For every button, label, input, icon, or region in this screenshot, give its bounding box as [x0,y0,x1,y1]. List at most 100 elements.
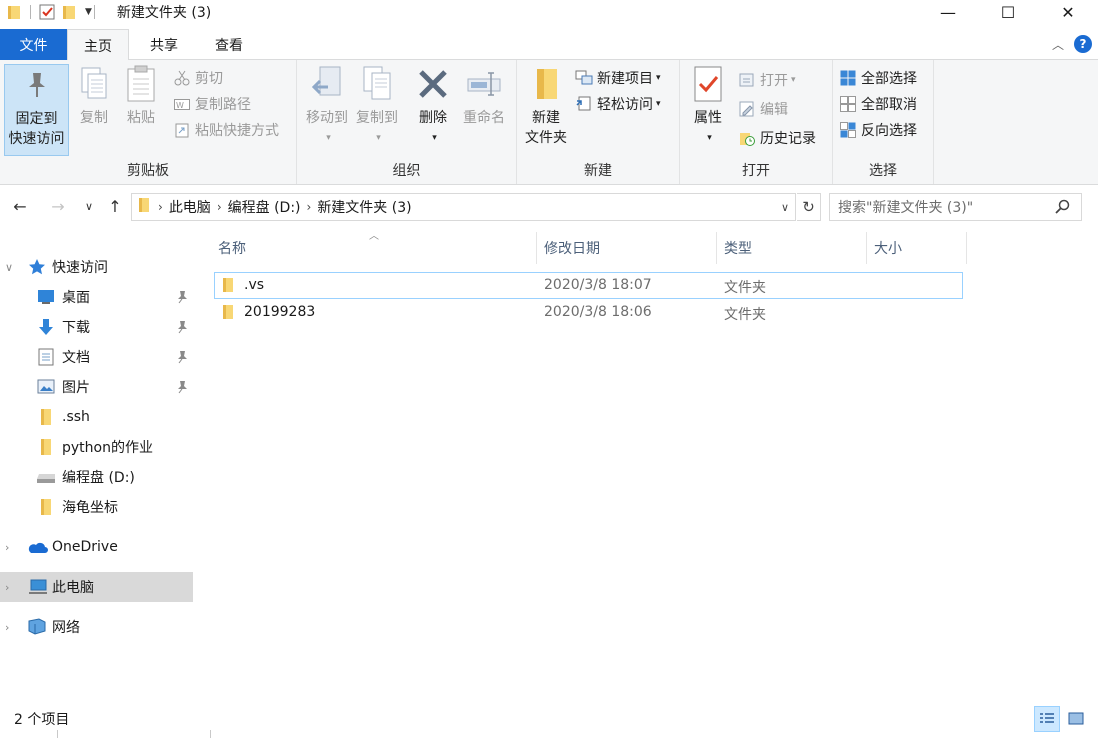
pin-to-quick-access-button[interactable]: 固定到 快速访问 [4,64,69,156]
star-icon [28,258,46,276]
select-none-button[interactable]: 全部取消 [839,93,917,115]
select-all-button[interactable]: 全部选择 [839,67,917,89]
nav-network[interactable]: › 网络 [0,612,193,642]
select-group: 全部选择 全部取消 反向选择 选择 [833,60,934,184]
column-divider[interactable] [716,232,717,264]
rename-button[interactable]: 重命名 [459,64,509,128]
maximize-button[interactable]: ☐ [978,0,1038,24]
copy-button[interactable]: 复制 [73,64,115,128]
tab-home[interactable]: 主页 [67,29,129,61]
back-arrow-icon[interactable]: ← [10,195,30,217]
breadcrumb-current-folder[interactable]: 新建文件夹 (3) [317,197,411,217]
nav-item-pictures[interactable]: 图片 [0,372,193,402]
nav-quick-access[interactable]: ∨ 快速访问 [0,252,193,282]
select-all-icon [839,69,857,87]
breadcrumb-drive-d[interactable]: 编程盘 (D:) [228,197,301,217]
column-header-size[interactable]: 大小 [874,232,902,264]
new-folder-icon[interactable] [61,4,77,20]
easy-access-button[interactable]: 轻松访问 ▾ [575,93,661,115]
nav-item-desktop[interactable]: 桌面 [0,282,193,312]
copy-to-button[interactable]: 复制到 ▾ [352,64,402,148]
close-button[interactable]: ✕ [1038,0,1098,24]
table-row[interactable]: 20199283 2020/3/8 18:06 文件夹 [214,300,963,327]
nav-item-ssh[interactable]: .ssh [0,402,193,432]
properties-check-icon[interactable] [39,4,55,20]
column-divider[interactable] [866,232,867,264]
new-item-icon [575,69,593,87]
copy-label: 复制 [80,110,108,126]
column-divider[interactable] [966,232,967,264]
delete-button[interactable]: 删除 ▾ [411,64,455,148]
collapsed-chevron-icon[interactable]: › [5,541,9,554]
paste-shortcut-button[interactable]: 粘贴快捷方式 [173,119,279,141]
nav-this-pc[interactable]: › 此电脑 [0,572,193,602]
nav-item-python-homework[interactable]: python的作业 [0,432,193,462]
recent-locations-chevron-icon[interactable]: ∨ [79,195,99,217]
forward-arrow-icon[interactable]: → [48,195,68,217]
collapsed-chevron-icon[interactable]: › [5,621,9,634]
chevron-down-icon: ▾ [326,133,331,143]
status-divider [210,730,211,738]
new-folder-button[interactable]: 新建 文件夹 [521,64,571,148]
tab-share[interactable]: 共享 [136,29,192,60]
column-header-type[interactable]: 类型 [724,232,752,264]
file-name: .vs [244,277,265,293]
table-row[interactable]: .vs 2020/3/8 18:07 文件夹 [214,272,963,299]
column-header-name[interactable]: 名称 [218,232,246,264]
nav-item-label: 下载 [62,320,90,336]
breadcrumb-this-pc[interactable]: 此电脑 [169,197,211,217]
paste-button[interactable]: 粘贴 [120,64,162,128]
properties-label: 属性 [694,110,722,126]
minimize-button[interactable]: — [918,0,978,24]
nav-onedrive[interactable]: › OneDrive [0,532,193,562]
nav-this-pc-label: 此电脑 [52,580,94,596]
window-controls: — ☐ ✕ [918,0,1098,24]
column-divider[interactable] [536,232,537,264]
help-icon[interactable]: ? [1074,35,1092,53]
search-icon[interactable] [1055,199,1071,219]
details-view-icon[interactable] [1034,706,1060,732]
address-history-chevron-icon[interactable]: ∨ [781,201,789,214]
file-modified: 2020/3/8 18:06 [544,304,652,320]
invert-selection-button[interactable]: 反向选择 [839,119,917,141]
nav-item-documents[interactable]: 文档 [0,342,193,372]
search-input[interactable]: 搜索"新建文件夹 (3)" [829,193,1082,221]
edit-button[interactable]: 编辑 [738,98,788,120]
copy-path-button[interactable]: W 复制路径 [173,93,251,115]
history-icon [738,129,756,147]
collapse-ribbon-icon[interactable]: ︿ [1052,36,1064,53]
nav-item-downloads[interactable]: 下载 [0,312,193,342]
folder-icon [222,304,234,324]
tab-view[interactable]: 查看 [200,29,258,60]
collapsed-chevron-icon[interactable]: › [5,581,9,594]
qat-customize-dropdown-icon[interactable]: ▼ [85,7,92,17]
breadcrumb-separator-icon[interactable]: › [217,200,222,214]
address-bar[interactable]: › 此电脑 › 编程盘 (D:) › 新建文件夹 (3) ∨ [131,193,796,221]
breadcrumb-separator-icon[interactable]: › [158,200,163,214]
desktop-icon [37,288,55,306]
computer-icon [28,578,48,596]
navigation-pane: ∨ 快速访问 桌面 下载 文档 图片 .ssh python的作业 编程盘 (D… [0,227,193,703]
open-button[interactable]: 打开 ▾ [738,69,796,91]
move-to-button[interactable]: 移动到 ▾ [302,64,352,148]
cut-button[interactable]: 剪切 [173,67,223,89]
history-button[interactable]: 历史记录 [738,127,816,149]
edit-label: 编辑 [760,102,788,118]
nav-item-turtle-coords[interactable]: 海龟坐标 [0,492,193,522]
up-arrow-icon[interactable]: ↑ [105,195,125,217]
refresh-icon[interactable]: ↻ [797,193,821,221]
new-item-button[interactable]: 新建项目 ▾ [575,67,661,89]
tab-file[interactable]: 文件 [0,29,67,60]
breadcrumb-separator-icon[interactable]: › [307,200,312,214]
select-all-label: 全部选择 [861,71,917,87]
properties-button[interactable]: 属性 ▾ [686,64,730,148]
large-icons-view-icon[interactable] [1063,706,1089,732]
column-header-modified[interactable]: 修改日期 [544,232,600,264]
nav-item-drive-d[interactable]: 编程盘 (D:) [0,462,193,492]
organize-group-label: 组织 [392,163,421,179]
nav-item-label: 文档 [62,350,90,366]
qat-separator [93,5,95,19]
expanded-chevron-icon[interactable]: ∨ [5,261,13,274]
copy-path-label: 复制路径 [195,97,251,113]
title-bar: ▼ 新建文件夹 (3) — ☐ ✕ [0,0,1098,24]
